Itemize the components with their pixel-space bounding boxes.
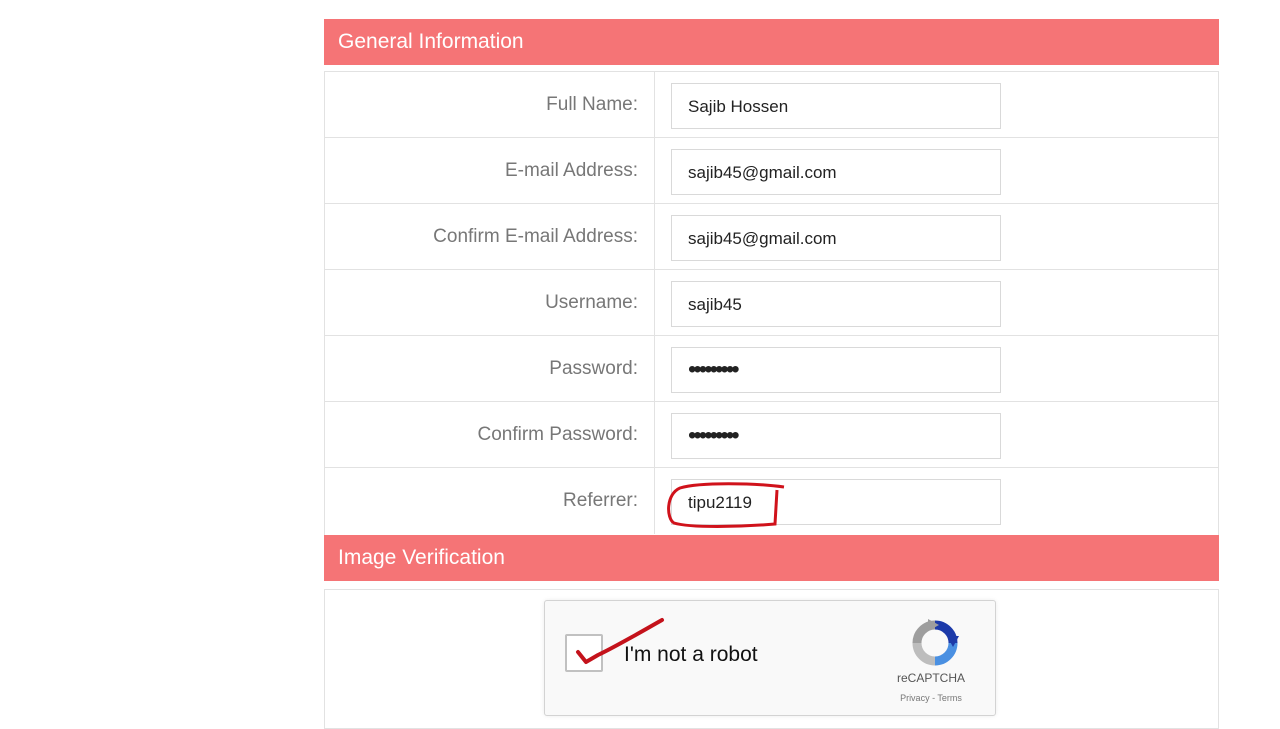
referrer-label: Referrer: [325, 468, 655, 534]
confirm-password-input[interactable]: ••••••••• [671, 413, 1001, 459]
password-input[interactable]: ••••••••• [671, 347, 1001, 393]
captcha-label: I'm not a robot [624, 643, 758, 666]
password-label: Password: [325, 336, 655, 401]
recaptcha-widget: I'm not a robot reCAPTCHA Privacy - Term… [544, 600, 996, 716]
confirm-password-label: Confirm Password: [325, 402, 655, 467]
privacy-link[interactable]: Privacy [900, 693, 930, 703]
captcha-checkbox[interactable] [565, 634, 603, 672]
full-name-input[interactable]: Sajib Hossen [671, 83, 1001, 129]
full-name-label: Full Name: [325, 72, 655, 137]
general-information-header: General Information [324, 19, 1219, 65]
confirm-email-label: Confirm E-mail Address: [325, 204, 655, 269]
image-verification-title: Image Verification [338, 546, 505, 569]
email-label: E-mail Address: [325, 138, 655, 203]
form-row-confirm-email: Confirm E-mail Address: sajib45@gmail.co… [325, 204, 1218, 270]
terms-link[interactable]: Terms [937, 693, 962, 703]
form-row-referrer: Referrer: tipu2119 [325, 468, 1218, 534]
form-row-email: E-mail Address: sajib45@gmail.com [325, 138, 1218, 204]
image-verification-header: Image Verification [324, 535, 1219, 581]
username-input[interactable]: sajib45 [671, 281, 1001, 327]
general-information-title: General Information [338, 30, 524, 53]
form-row-username: Username: sajib45 [325, 270, 1218, 336]
form-row-full-name: Full Name: Sajib Hossen [325, 72, 1218, 138]
general-information-form: Full Name: Sajib Hossen E-mail Address: … [324, 71, 1219, 536]
referrer-input[interactable]: tipu2119 [671, 479, 1001, 525]
recaptcha-brand-text: reCAPTCHA [896, 671, 965, 685]
form-row-confirm-password: Confirm Password: ••••••••• [325, 402, 1218, 468]
username-label: Username: [325, 270, 655, 335]
confirm-email-input[interactable]: sajib45@gmail.com [671, 215, 1001, 261]
email-input[interactable]: sajib45@gmail.com [671, 149, 1001, 195]
form-row-password: Password: ••••••••• [325, 336, 1218, 402]
recaptcha-links: Privacy - Terms [881, 693, 981, 703]
recaptcha-logo-icon [912, 619, 959, 666]
